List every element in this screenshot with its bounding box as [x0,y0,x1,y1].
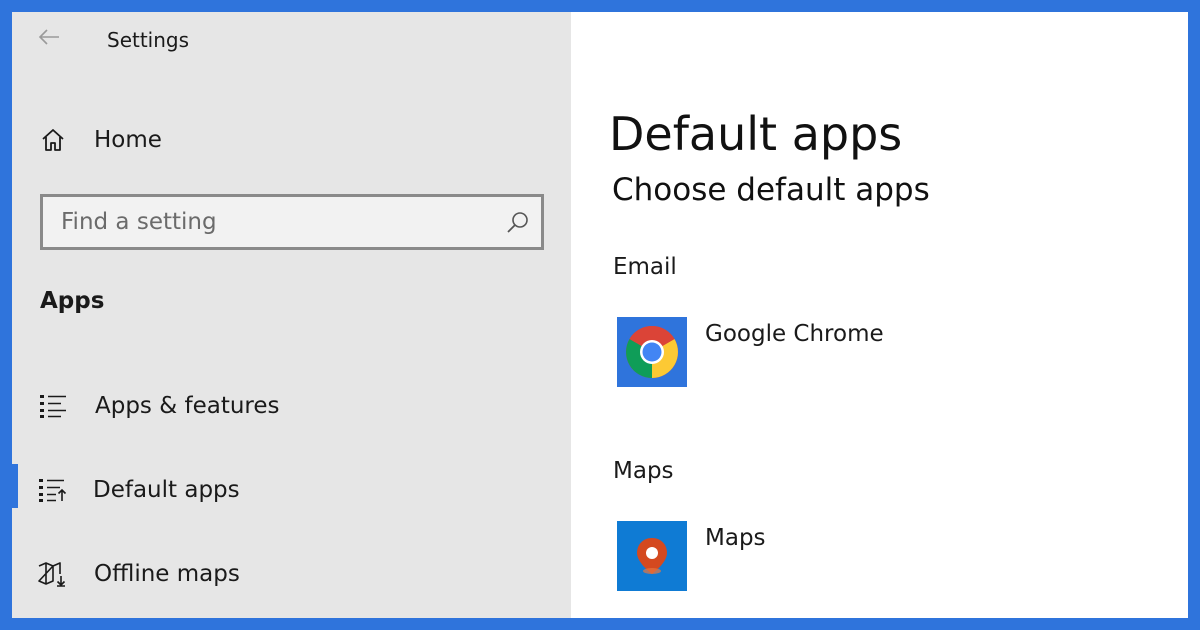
default-apps-icon [38,475,68,505]
sidebar-item-label: Apps & features [95,393,280,419]
main-content: Default apps Choose default apps Email G… [571,12,1188,618]
page-title: Default apps [609,107,903,161]
maps-icon [617,521,687,591]
list-icon [38,391,68,421]
search-box [40,194,544,250]
default-app-name: Maps [705,525,766,551]
sidebar-item-offline-maps[interactable]: Offline maps [12,546,571,602]
search-icon[interactable] [505,209,531,235]
category-label-email: Email [613,254,677,280]
sidebar-item-default-apps[interactable]: Default apps [12,462,571,518]
back-arrow-icon [38,29,59,45]
window-title: Settings [107,28,190,52]
nav-home-label: Home [94,127,162,153]
default-app-email[interactable]: Google Chrome [617,317,1017,387]
section-header-apps: Apps [40,288,105,314]
offline-maps-icon [38,559,68,589]
sidebar-item-label: Default apps [93,477,240,503]
search-input[interactable] [43,197,511,247]
settings-window: Settings Home Apps [12,12,1188,618]
page-subtitle: Choose default apps [612,172,930,208]
default-app-maps[interactable]: Maps [617,521,1017,591]
sidebar: Settings Home Apps [12,12,571,618]
category-label-maps: Maps [613,458,674,484]
back-button[interactable] [34,22,64,52]
home-icon [38,125,68,155]
chrome-icon [617,317,687,387]
default-app-name: Google Chrome [705,321,884,347]
nav-home[interactable]: Home [12,112,571,168]
sidebar-item-apps-features[interactable]: Apps & features [12,378,571,434]
sidebar-item-label: Offline maps [94,561,240,587]
